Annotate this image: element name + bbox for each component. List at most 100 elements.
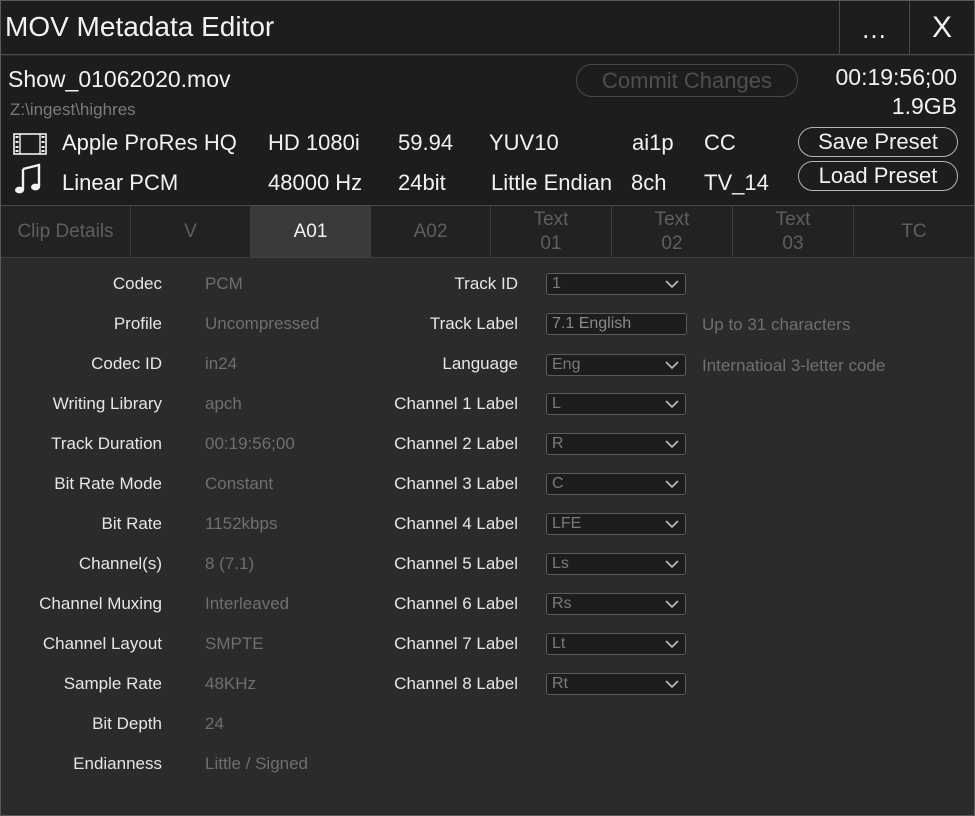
detail-label: Track Duration	[51, 434, 162, 453]
video-format: HD 1080i	[268, 130, 360, 155]
chevron-down-icon	[665, 600, 679, 609]
video-colorspace: YUV10	[489, 130, 559, 155]
tab-a01[interactable]: A01	[251, 206, 371, 257]
chevron-down-icon	[665, 361, 679, 370]
more-options-button[interactable]: ...	[839, 1, 909, 54]
select-value: Rt	[552, 675, 568, 692]
audio-sample-rate: 48000 Hz	[268, 170, 363, 195]
tab-v[interactable]: V	[131, 206, 251, 257]
video-framerate: 59.94	[398, 130, 454, 155]
detail-label: Codec ID	[91, 354, 162, 373]
channel-6-label: Channel 6 Label	[394, 594, 518, 613]
channel-8-label: Channel 8 Label	[394, 674, 518, 693]
save-preset-button[interactable]: Save Preset	[798, 127, 958, 157]
file-info-header: Show_01062020.mov Z:\ingest\highres Comm…	[1, 56, 974, 206]
detail-value: 1152kbps	[205, 514, 278, 533]
channel-5-select[interactable]: Ls	[546, 553, 686, 575]
channel-1-label: Channel 1 Label	[394, 394, 518, 413]
language-hint: Internatioal 3-letter code	[702, 356, 886, 375]
tab-text-02[interactable]: Text 02	[612, 206, 733, 257]
detail-value: 48KHz	[205, 674, 257, 693]
channel-4-label: Channel 4 Label	[394, 514, 518, 533]
channel-2-label: Channel 2 Label	[394, 434, 518, 453]
commit-changes-button[interactable]: Commit Changes	[576, 64, 798, 97]
detail-label: Bit Rate Mode	[54, 474, 162, 493]
detail-value: Constant	[205, 474, 274, 493]
tab-clip-details[interactable]: Clip Details	[1, 206, 131, 257]
channel-2-select[interactable]: R	[546, 433, 686, 455]
track-tabs: Clip Details V A01 A02 Text 01 Text 02 Tex…	[1, 206, 974, 258]
chevron-down-icon	[665, 480, 679, 489]
detail-label: Channel(s)	[78, 554, 162, 573]
track-label-hint: Up to 31 characters	[702, 315, 851, 334]
closed-caption-indicator: CC	[704, 130, 736, 155]
tab-a02[interactable]: A02	[371, 206, 491, 257]
select-value: Rs	[552, 595, 572, 612]
tab-label-line1: Text	[775, 208, 811, 230]
detail-value: SMPTE	[205, 634, 264, 653]
tab-label-line1: Text	[654, 208, 690, 230]
tab-label-line2: 02	[661, 232, 683, 254]
channel-7-label: Channel 7 Label	[394, 634, 518, 653]
title-bar: MOV Metadata Editor ... X	[1, 1, 974, 55]
detail-value: PCM	[205, 274, 243, 293]
channel-4-select[interactable]: LFE	[546, 513, 686, 535]
detail-label: Channel Muxing	[39, 594, 162, 613]
channel-5-label: Channel 5 Label	[394, 554, 518, 573]
content-rating: TV_14	[704, 170, 769, 195]
tab-label-line2: 01	[540, 232, 562, 254]
track-label-label: Track Label	[429, 314, 518, 333]
channel-3-label: Channel 3 Label	[394, 474, 518, 493]
chevron-down-icon	[665, 520, 679, 529]
detail-value: 8 (7.1)	[205, 554, 255, 573]
tab-tc[interactable]: TC	[854, 206, 974, 257]
detail-value: 00:19:56;00	[205, 434, 295, 453]
chevron-down-icon	[665, 280, 679, 289]
detail-label: Codec	[112, 274, 162, 293]
audio-codec: Linear PCM	[62, 170, 179, 195]
channel-7-select[interactable]: Lt	[546, 633, 686, 655]
select-value: Lt	[552, 635, 566, 652]
track-id-label: Track ID	[454, 274, 518, 293]
file-path: Z:\ingest\highres	[10, 100, 136, 119]
detail-label: Bit Rate	[101, 514, 162, 533]
chevron-down-icon	[665, 640, 679, 649]
file-size: 1.9GB	[891, 93, 957, 119]
detail-label: Channel Layout	[42, 634, 162, 653]
channel-3-select[interactable]: C	[546, 473, 686, 495]
file-duration: 00:19:56;00	[835, 64, 957, 90]
select-value: C	[552, 475, 564, 492]
detail-label: Sample Rate	[63, 674, 162, 693]
detail-value: 24	[205, 714, 224, 733]
channel-6-select[interactable]: Rs	[546, 593, 686, 615]
audio-endian: Little Endian	[491, 170, 613, 195]
detail-label: Bit Depth	[92, 714, 162, 733]
chevron-down-icon	[665, 680, 679, 689]
detail-value: Interleaved	[205, 594, 290, 613]
detail-value: apch	[205, 394, 242, 413]
chevron-down-icon	[665, 440, 679, 449]
language-select[interactable]: Eng	[546, 354, 686, 376]
track-label-input[interactable]	[546, 313, 687, 335]
film-icon	[13, 133, 47, 155]
file-name: Show_01062020.mov	[8, 66, 231, 92]
tab-label-line1: Text	[533, 208, 569, 230]
track-id-select[interactable]: 1	[546, 273, 686, 295]
select-value: Eng	[552, 356, 581, 373]
detail-label: Profile	[113, 314, 162, 333]
language-label: Language	[442, 354, 518, 373]
close-button[interactable]: X	[909, 1, 974, 54]
detail-value: Little / Signed	[205, 754, 309, 773]
select-value: R	[552, 435, 564, 452]
select-value: 1	[552, 275, 561, 292]
select-value: L	[552, 395, 561, 412]
tab-text-01[interactable]: Text 01	[491, 206, 612, 257]
tab-text-03[interactable]: Text 03	[733, 206, 854, 257]
channel-8-select[interactable]: Rt	[546, 673, 686, 695]
audio-channels: 8ch	[631, 170, 667, 195]
chevron-down-icon	[665, 560, 679, 569]
detail-label: Endianness	[73, 754, 162, 773]
select-value: Ls	[552, 555, 569, 572]
load-preset-button[interactable]: Load Preset	[798, 161, 958, 191]
channel-1-select[interactable]: L	[546, 393, 686, 415]
